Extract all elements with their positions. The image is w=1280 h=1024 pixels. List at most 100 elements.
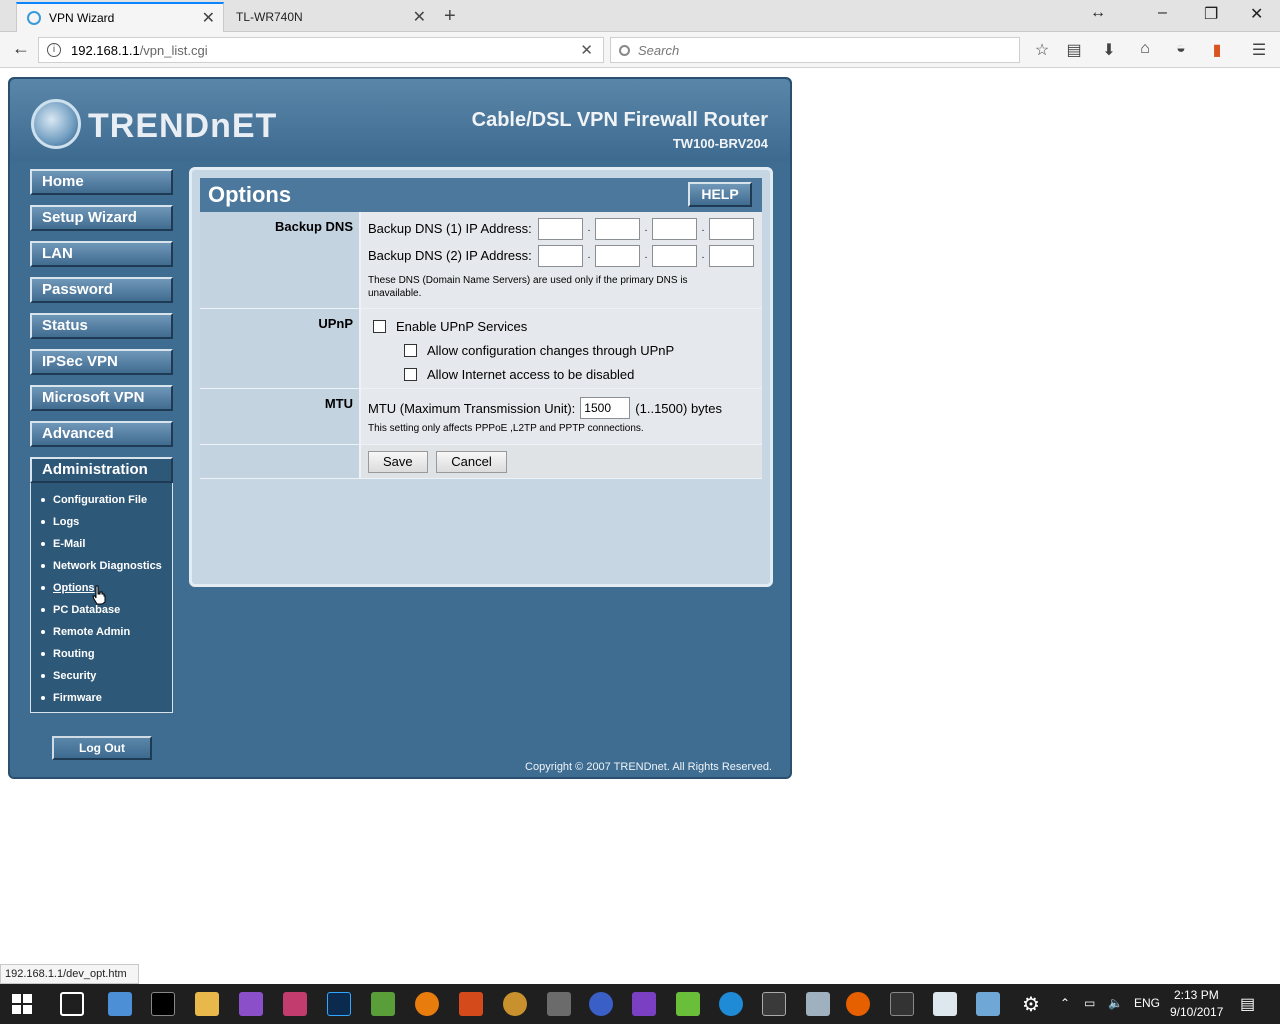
file-explorer-icon[interactable] <box>195 992 219 1016</box>
enable-upnp-checkbox[interactable] <box>373 319 386 333</box>
tab-tl-wr740n[interactable]: TL-WR740N ✕ <box>226 2 434 32</box>
pocket-icon[interactable]: ◒ <box>1171 40 1191 60</box>
dns1-octet-4-input[interactable] <box>709 217 754 240</box>
tab-vpn-wizard[interactable]: VPN Wizard ✕ <box>16 2 224 32</box>
volume-icon[interactable]: 🔈 <box>1108 996 1123 1010</box>
mtu-input[interactable]: 1500 <box>580 397 631 419</box>
save-button[interactable]: Save <box>368 451 428 473</box>
nav-password[interactable]: Password <box>30 277 173 303</box>
app-icon-r[interactable] <box>890 992 914 1016</box>
app-icon-sun[interactable] <box>503 992 527 1016</box>
backup-dns-row: Backup DNS Backup DNS (1) IP Address: . … <box>200 212 762 309</box>
clapperboard-icon[interactable] <box>762 992 786 1016</box>
subnav-label: Routing <box>53 648 95 660</box>
nav-status[interactable]: Status <box>30 313 173 339</box>
mtu-fields: MTU (Maximum Transmission Unit): 1500 (1… <box>361 389 762 444</box>
bullet-icon <box>41 630 45 634</box>
dns2-octet-2-input[interactable] <box>595 244 640 267</box>
subnav-security[interactable]: Security <box>31 665 172 687</box>
app-icon-light-blue[interactable] <box>976 992 1000 1016</box>
dns2-octet-1-input[interactable] <box>538 244 583 267</box>
allow-disable-checkbox[interactable] <box>404 367 417 381</box>
subnav-firmware[interactable]: Firmware <box>31 687 172 709</box>
bookmark-star-icon[interactable]: ☆ <box>1032 40 1052 60</box>
visual-studio-icon[interactable] <box>632 992 656 1016</box>
mtu-row: MTU MTU (Maximum Transmission Unit): 150… <box>200 389 762 445</box>
app-icon-blue[interactable] <box>719 992 743 1016</box>
notifications-icon[interactable]: ▤ <box>1240 994 1255 1014</box>
dns1-octet-1-input[interactable] <box>538 217 583 240</box>
dns1-octet-3-input[interactable] <box>652 217 697 240</box>
nav-setup-wizard[interactable]: Setup Wizard <box>30 205 173 231</box>
window-close-icon[interactable]: ✕ <box>1250 4 1263 24</box>
allow-disable-label: Allow Internet access to be disabled <box>427 366 635 382</box>
tab-title: VPN Wizard <box>49 11 115 25</box>
reading-list-icon[interactable]: ▤ <box>1064 40 1084 60</box>
mtu-note: This setting only affects PPPoE ,L2TP an… <box>368 423 644 434</box>
app-icon-magenta[interactable] <box>283 992 307 1016</box>
restore-icon[interactable]: ❐ <box>1204 4 1218 24</box>
app-icon-tools[interactable] <box>547 992 571 1016</box>
subnav-logs[interactable]: Logs <box>31 511 172 533</box>
allow-config-checkbox[interactable] <box>404 343 417 357</box>
router-page: TRENDnET Cable/DSL VPN Firewall Router T… <box>8 77 792 779</box>
subnav-routing[interactable]: Routing <box>31 643 172 665</box>
extension-icon[interactable]: ▮ <box>1207 40 1227 60</box>
tab-title: TL-WR740N <box>236 10 303 24</box>
app-icon-gray[interactable] <box>806 992 830 1016</box>
stop-icon[interactable]: ✕ <box>580 41 593 59</box>
minimize-icon[interactable]: – <box>1158 4 1167 22</box>
logout-button[interactable]: Log Out <box>52 736 152 760</box>
back-arrow-icon[interactable]: ← <box>8 38 34 62</box>
cancel-button[interactable]: Cancel <box>436 451 507 473</box>
notepad-plus-icon[interactable] <box>371 992 395 1016</box>
bullet-icon <box>41 696 45 700</box>
subnav-configuration-file[interactable]: Configuration File <box>31 489 172 511</box>
nav-administration[interactable]: Administration <box>30 457 173 483</box>
bullet-icon <box>41 608 45 612</box>
new-tab-icon[interactable]: + <box>444 5 456 28</box>
app-icon-explorer-old[interactable] <box>108 992 132 1016</box>
help-button[interactable]: HELP <box>688 182 752 207</box>
app-icon-window[interactable] <box>933 992 957 1016</box>
settings-gear-icon[interactable]: ⚙ <box>1019 992 1043 1016</box>
nav-microsoft-vpn[interactable]: Microsoft VPN <box>30 385 173 411</box>
language-indicator[interactable]: ENG <box>1134 996 1160 1010</box>
cmd-icon[interactable] <box>151 992 175 1016</box>
subnav-label: E-Mail <box>53 538 86 550</box>
search-input[interactable]: Search <box>610 37 1020 63</box>
task-view-icon[interactable] <box>60 992 84 1016</box>
dns2-octet-3-input[interactable] <box>652 244 697 267</box>
firefox-icon[interactable] <box>846 992 870 1016</box>
windows-start-icon[interactable] <box>12 994 32 1014</box>
app-icon-orange[interactable] <box>459 992 483 1016</box>
router-header: TRENDnET Cable/DSL VPN Firewall Router T… <box>10 79 790 161</box>
dns2-octet-4-input[interactable] <box>709 244 754 267</box>
subnav-email[interactable]: E-Mail <box>31 533 172 555</box>
network-icon[interactable]: ▭ <box>1084 996 1095 1010</box>
app-icon-green[interactable] <box>676 992 700 1016</box>
download-icon[interactable]: ⬇ <box>1099 40 1119 60</box>
nav-home[interactable]: Home <box>30 169 173 195</box>
close-icon[interactable]: ✕ <box>413 7 426 27</box>
clock-date[interactable]: 9/10/2017 <box>1170 1005 1223 1019</box>
tray-chevron-icon[interactable]: ⌃ <box>1060 996 1070 1010</box>
nav-ipsec-vpn[interactable]: IPSec VPN <box>30 349 173 375</box>
home-icon[interactable]: ⌂ <box>1135 40 1155 60</box>
photoshop-icon[interactable] <box>327 992 351 1016</box>
nav-lan[interactable]: LAN <box>30 241 173 267</box>
menu-icon[interactable]: ☰ <box>1249 40 1269 60</box>
url-bar[interactable]: i 192.168.1.1/vpn_list.cgi ✕ <box>38 37 604 63</box>
nav-advanced[interactable]: Advanced <box>30 421 173 447</box>
app-icon-infinity[interactable] <box>589 992 613 1016</box>
blender-icon[interactable] <box>415 992 439 1016</box>
product-model: TW100-BRV204 <box>672 136 768 151</box>
clock-time[interactable]: 2:13 PM <box>1174 988 1219 1002</box>
close-icon[interactable]: ✕ <box>202 8 215 28</box>
subnav-network-diagnostics[interactable]: Network Diagnostics <box>31 555 172 577</box>
dns1-octet-2-input[interactable] <box>595 217 640 240</box>
info-icon[interactable]: i <box>47 43 61 57</box>
subnav-remote-admin[interactable]: Remote Admin <box>31 621 172 643</box>
dot-separator: . <box>587 250 591 261</box>
app-icon-purple[interactable] <box>239 992 263 1016</box>
